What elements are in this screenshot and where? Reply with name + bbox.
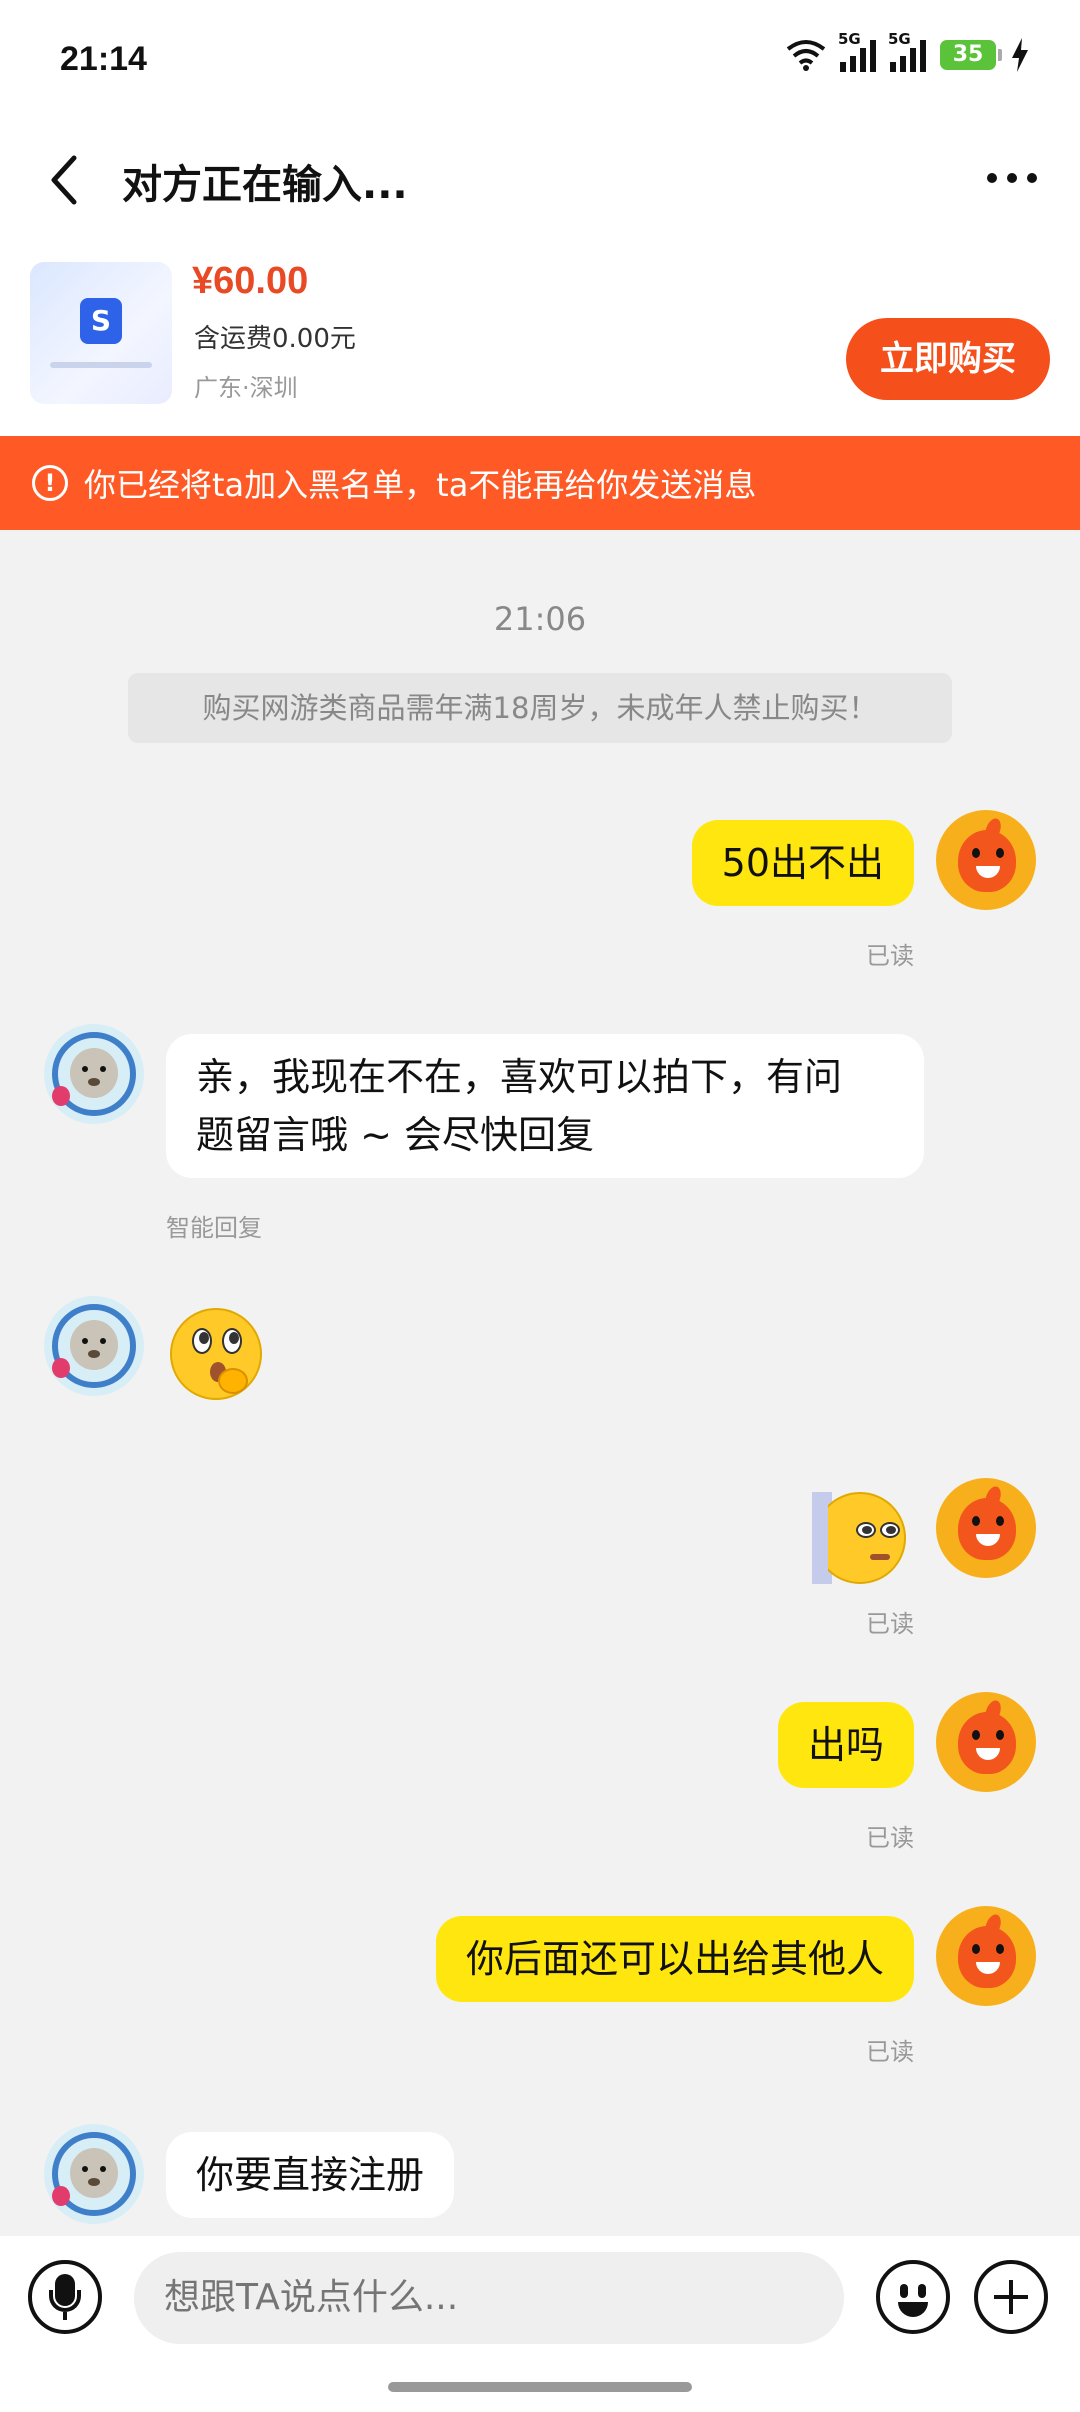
signal-icon: 5G	[838, 30, 876, 72]
app-logo-icon: S	[80, 298, 122, 344]
read-receipt: 已读	[866, 1824, 914, 1852]
my-avatar[interactable]	[936, 1692, 1036, 1792]
message-input[interactable]	[134, 2252, 844, 2344]
signal-icon: 5G	[888, 30, 926, 72]
chat-timestamp: 21:06	[493, 600, 587, 638]
message-line: 题留言哦 ~ 会尽快回复	[196, 1113, 594, 1157]
status-bar: 21:14 5G 5G 35	[0, 0, 1080, 120]
chat-header: 对方正在输入...	[0, 120, 1080, 240]
product-card[interactable]: S ¥60.00 含运费0.00元 广东·深圳 立即购买	[0, 240, 1080, 436]
my-message-bubble[interactable]: 你后面还可以出给其他人	[435, 1916, 914, 2002]
read-receipt: 已读	[866, 2038, 914, 2066]
more-actions-button[interactable]	[974, 2260, 1048, 2334]
status-time: 21:14	[60, 40, 147, 78]
seller-avatar[interactable]	[44, 1296, 144, 1396]
status-icons: 5G 5G 35	[786, 30, 1030, 72]
home-indicator[interactable]	[388, 2382, 692, 2392]
seller-message-bubble[interactable]: 亲，我现在不在，喜欢可以拍下，有问 题留言哦 ~ 会尽快回复	[166, 1034, 924, 1178]
auto-reply-tag: 智能回复	[166, 1214, 262, 1242]
my-message-bubble[interactable]: 50出不出	[691, 820, 914, 906]
back-arrow-icon[interactable]	[40, 150, 90, 210]
seller-avatar[interactable]	[44, 2124, 144, 2224]
more-options-icon[interactable]	[982, 158, 1042, 198]
product-price: ¥60.00	[192, 260, 309, 302]
warning-text: 你已经将ta加入黑名单，ta不能再给你发送消息	[84, 466, 757, 504]
seller-avatar[interactable]	[44, 1024, 144, 1124]
battery-icon: 35	[940, 40, 1002, 70]
seller-location: 广东·深圳	[194, 374, 298, 402]
network-type-label: 5G	[888, 30, 911, 48]
voice-input-button[interactable]	[28, 2260, 102, 2334]
my-message-bubble[interactable]: 出吗	[777, 1702, 914, 1788]
thinking-face-emoji[interactable]	[170, 1308, 262, 1400]
thumbnail-caption-bar	[50, 362, 152, 368]
wifi-icon	[786, 40, 826, 71]
blacklist-warning-banner: ! 你已经将ta加入黑名单，ta不能再给你发送消息	[0, 436, 1080, 530]
read-receipt: 已读	[866, 942, 914, 970]
product-thumbnail[interactable]: S	[30, 262, 172, 404]
system-notice: 购买网游类商品需年满18周岁，未成年人禁止购买！	[128, 673, 952, 743]
shipping-fee: 含运费0.00元	[194, 324, 356, 354]
message-line: 亲，我现在不在，喜欢可以拍下，有问	[196, 1055, 843, 1099]
my-avatar[interactable]	[936, 1906, 1036, 2006]
my-avatar[interactable]	[936, 1478, 1036, 1578]
buy-now-button[interactable]: 立即购买	[846, 318, 1050, 400]
charging-bolt-icon	[1012, 38, 1028, 72]
network-type-label: 5G	[838, 30, 861, 48]
page-title: 对方正在输入...	[122, 162, 408, 208]
chat-screen: 21:14 5G 5G 35 对方正在输入... S ¥60.00 含运费0.0…	[0, 0, 1080, 2412]
emoji-button[interactable]	[876, 2260, 950, 2334]
warning-icon: !	[32, 465, 68, 501]
my-avatar[interactable]	[936, 810, 1036, 910]
read-receipt: 已读	[866, 1610, 914, 1638]
seller-message-bubble[interactable]: 你要直接注册	[166, 2132, 455, 2218]
